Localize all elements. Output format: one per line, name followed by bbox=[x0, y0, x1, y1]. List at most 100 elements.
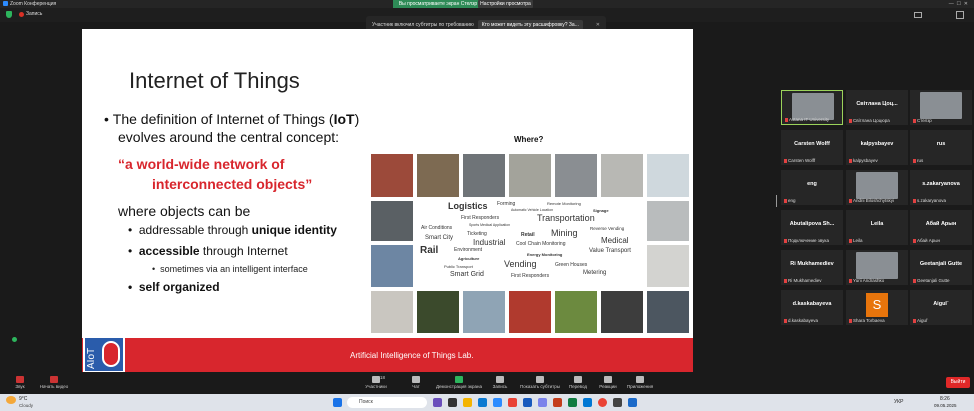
mic-muted-icon bbox=[784, 318, 787, 323]
edge-icon[interactable] bbox=[478, 398, 487, 407]
participant-sub-text: Абай Арын bbox=[917, 238, 940, 243]
weather-icon[interactable] bbox=[6, 396, 16, 404]
participant-tile[interactable]: Geetanjali Gutte Geetanjali Gutte bbox=[910, 250, 972, 285]
window-controls[interactable]: — ☐ ✕ bbox=[949, 0, 968, 8]
powerpoint-icon[interactable] bbox=[553, 398, 562, 407]
participant-label: Абай Арын bbox=[913, 238, 940, 243]
aiot-logo-text: AIoT bbox=[86, 347, 97, 369]
participant-tile[interactable]: Leila Leila bbox=[846, 210, 908, 245]
recording-label: Запись bbox=[26, 11, 43, 17]
participant-label: kalpysbayev bbox=[849, 158, 878, 163]
zoom-taskbar-icon[interactable] bbox=[493, 398, 502, 407]
audio-button[interactable]: Звук bbox=[2, 376, 38, 389]
participant-sub-text: Shara Torbaeva bbox=[853, 318, 885, 323]
zoom-icon bbox=[3, 1, 8, 6]
participant-name: rus bbox=[936, 141, 946, 147]
participant-name: d.kaskabayeva bbox=[792, 301, 832, 307]
taskbar-app-icon[interactable] bbox=[433, 398, 442, 407]
taskbar-app-icon[interactable] bbox=[448, 398, 457, 407]
avatar: S bbox=[866, 293, 888, 317]
definition-line1: • The definition of Internet of Things (… bbox=[104, 111, 360, 127]
participant-video bbox=[792, 93, 834, 120]
windows-start-icon[interactable] bbox=[333, 398, 342, 407]
participant-sub-text: eng bbox=[788, 198, 796, 203]
share-screen-button[interactable]: Демонстрация экрана bbox=[436, 376, 482, 389]
status-dot-icon bbox=[12, 337, 17, 342]
chat-button[interactable]: Чат bbox=[398, 376, 434, 389]
record-button-icon bbox=[496, 376, 504, 383]
folder-icon[interactable] bbox=[463, 398, 472, 407]
photo-athletes bbox=[509, 291, 551, 333]
participant-tile[interactable]: Yurii Andrashko bbox=[846, 250, 908, 285]
panel-resize-handle[interactable] bbox=[776, 195, 777, 207]
taskbar-search[interactable]: Поиск bbox=[347, 397, 427, 408]
participant-tile[interactable]: Andrii Biloshchytskyi bbox=[846, 170, 908, 205]
participant-tile[interactable]: eng eng bbox=[781, 170, 843, 205]
photo-lorry bbox=[647, 245, 689, 287]
participant-sub-text: Світлана Цоцюра bbox=[853, 118, 890, 123]
clock-date: 09.05.2025 bbox=[934, 403, 957, 408]
participant-tile[interactable]: rus rus bbox=[910, 130, 972, 165]
word-icon[interactable] bbox=[523, 398, 532, 407]
participant-tile[interactable]: s.zakaryanova s.zakaryanova bbox=[910, 170, 972, 205]
toast-link[interactable]: Кто может видеть эту расшифровку? За... bbox=[477, 19, 583, 30]
photo-engine bbox=[555, 154, 597, 197]
participant-name: Aigul` bbox=[933, 301, 949, 307]
close-icon[interactable]: ✕ bbox=[596, 22, 600, 28]
captions-button[interactable]: Показать субтитры bbox=[518, 376, 562, 389]
participant-label: Geetanjali Gutte bbox=[913, 278, 950, 283]
fullscreen-icon[interactable] bbox=[956, 11, 964, 19]
participant-tile[interactable]: Абай Арын Абай Арын bbox=[910, 210, 972, 245]
slide-footer-text: Artificial Intelligence of Things Lab. bbox=[350, 351, 474, 360]
participants-gallery: Astana IT University Світлана Цоц... Світл… bbox=[780, 90, 974, 325]
language-indicator[interactable]: УКР bbox=[894, 399, 903, 405]
mic-muted-icon bbox=[785, 117, 788, 122]
participant-tile[interactable]: Carsten Wolff Carsten Wolff bbox=[781, 130, 843, 165]
grid-view-icon[interactable] bbox=[914, 12, 922, 18]
participant-tile[interactable]: Ri Mukhamediev Ri Mukhamediev bbox=[781, 250, 843, 285]
participants-count: 18 bbox=[380, 375, 386, 380]
apps-button[interactable]: Приложения bbox=[622, 376, 658, 389]
record-icon bbox=[19, 12, 24, 17]
participant-name: kalpysbayev bbox=[860, 141, 894, 147]
participant-label: Світлана Цоцюра bbox=[849, 118, 890, 123]
view-options-button[interactable]: Настройки просмотра bbox=[478, 0, 533, 8]
participant-tile[interactable]: S Shara Torbaeva bbox=[846, 290, 908, 325]
smile-icon bbox=[604, 376, 612, 383]
chat-icon bbox=[412, 376, 420, 383]
participant-label: Astana IT University bbox=[785, 117, 829, 122]
chrome-icon[interactable] bbox=[598, 398, 607, 407]
photo-powerlines bbox=[463, 291, 505, 333]
taskbar-app-icon[interactable] bbox=[613, 398, 622, 407]
taskbar-app-icon[interactable] bbox=[628, 398, 637, 407]
participant-tile[interactable]: Світлана Цоц... Світлана Цоцюра bbox=[846, 90, 908, 125]
reactions-button[interactable]: Реакции bbox=[590, 376, 626, 389]
photo-port bbox=[371, 245, 413, 287]
participant-tile[interactable]: Стелзр bbox=[910, 90, 972, 125]
mic-muted-icon bbox=[849, 158, 852, 163]
participants-button[interactable]: Участники bbox=[358, 376, 394, 389]
mic-muted-icon bbox=[849, 278, 852, 283]
clock-time[interactable]: 8:26 bbox=[940, 396, 950, 402]
participant-label: Shara Torbaeva bbox=[849, 318, 885, 323]
participant-tile[interactable]: Abutalipova Sh... Подключение звука bbox=[781, 210, 843, 245]
record-button[interactable]: Запись bbox=[482, 376, 518, 389]
apps-icon bbox=[636, 376, 644, 383]
video-button[interactable]: Начать видео bbox=[36, 376, 72, 389]
outlook-icon[interactable] bbox=[583, 398, 592, 407]
teams-icon[interactable] bbox=[538, 398, 547, 407]
participant-sub-text: Leila bbox=[853, 238, 863, 243]
sub-bullet: • sometimes via an intelligent interface bbox=[152, 264, 308, 274]
shield-icon[interactable] bbox=[6, 11, 12, 18]
globe-icon bbox=[574, 376, 582, 383]
participant-tile[interactable]: kalpysbayev kalpysbayev bbox=[846, 130, 908, 165]
excel-icon[interactable] bbox=[568, 398, 577, 407]
participant-tile[interactable]: Astana IT University bbox=[781, 90, 843, 125]
participant-tile[interactable]: d.kaskabayeva d.kaskabayeva bbox=[781, 290, 843, 325]
taskbar-app-icon[interactable] bbox=[508, 398, 517, 407]
photo-football bbox=[371, 154, 413, 197]
participant-label: Ri Mukhamediev bbox=[784, 278, 822, 283]
participant-sub-text: Astana IT University bbox=[789, 117, 830, 122]
end-meeting-button[interactable]: Выйти bbox=[946, 377, 970, 388]
participant-tile[interactable]: Aigul` Aigul` bbox=[910, 290, 972, 325]
